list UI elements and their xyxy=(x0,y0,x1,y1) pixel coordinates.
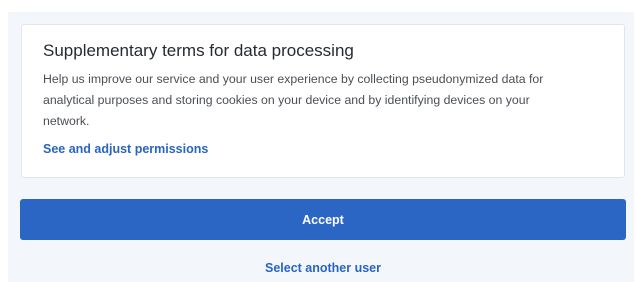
consent-description-line: Help us improve our service and your use… xyxy=(43,72,544,86)
accept-button[interactable]: Accept xyxy=(20,199,626,240)
consent-description-line: network. xyxy=(43,114,90,128)
select-another-user-link[interactable]: Select another user xyxy=(20,261,626,275)
consent-description: Help us improve our service and your use… xyxy=(43,69,603,132)
adjust-permissions-link[interactable]: See and adjust permissions xyxy=(43,142,208,156)
consent-title: Supplementary terms for data processing xyxy=(43,41,354,60)
consent-card: Supplementary terms for data processing … xyxy=(21,24,625,178)
consent-description-line: analytical purposes and storing cookies … xyxy=(43,93,530,107)
